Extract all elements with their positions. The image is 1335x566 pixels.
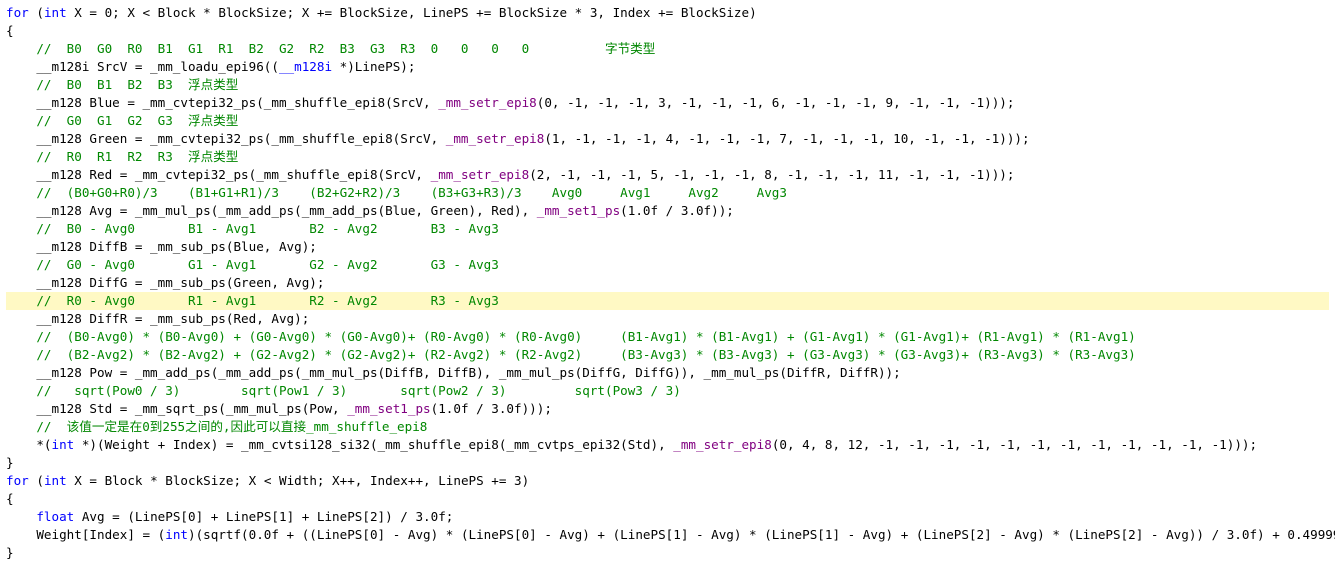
comment-sqrt: // sqrt(Pow0 / 3) sqrt(Pow1 / 3) sqrt(Po…: [6, 383, 681, 398]
comment-pow-1: // (B0-Avg0) * (B0-Avg0) + (G0-Avg0) * (…: [6, 329, 1136, 344]
line-float-avg: float Avg = (LinePS[0] + LinePS[1] + Lin…: [6, 509, 453, 524]
line-diffb: __m128 DiffB = _mm_sub_ps(Blue, Avg);: [6, 239, 317, 254]
for-loop-body: X = Block * BlockSize; X < Width; X++, I…: [67, 473, 530, 488]
comment-blue: // B0 B1 B2 B3 浮点类型: [6, 77, 238, 92]
for-loop-2: for (int X = Block * BlockSize; X < Widt…: [6, 473, 529, 488]
kw-int: int: [44, 5, 67, 20]
code-block: for (int X = 0; X < Block * BlockSize; X…: [0, 0, 1335, 566]
line-weight: *(int *)(Weight + Index) = _mm_cvtsi128_…: [6, 437, 1257, 452]
line-red: __m128 Red = _mm_cvtepi32_ps(_mm_shuffle…: [6, 167, 1014, 182]
line-avg: __m128 Avg = _mm_mul_ps(_mm_add_ps(_mm_a…: [6, 203, 734, 218]
line-diffr: __m128 DiffR = _mm_sub_ps(Red, Avg);: [6, 311, 309, 326]
comment-pow-2: // (B2-Avg2) * (B2-Avg2) + (G2-Avg2) * (…: [6, 347, 1136, 362]
comment-diffr: // R0 - Avg0 R1 - Avg1 R2 - Avg2 R3 - Av…: [6, 293, 499, 308]
line-blue: __m128 Blue = _mm_cvtepi32_ps(_mm_shuffl…: [6, 95, 1014, 110]
line-green: __m128 Green = _mm_cvtepi32_ps(_mm_shuff…: [6, 131, 1030, 146]
kw-int: int: [44, 473, 67, 488]
line-srcv: __m128i SrcV = _mm_loadu_epi96((__m128i …: [6, 59, 415, 74]
line-diffg: __m128 DiffG = _mm_sub_ps(Green, Avg);: [6, 275, 324, 290]
brace-open: {: [6, 23, 14, 38]
highlighted-line: // R0 - Avg0 R1 - Avg1 R2 - Avg2 R3 - Av…: [6, 292, 1329, 310]
comment-1: // B0 G0 R0 B1 G1 R1 B2 G2 R2 B3 G3 R3 0…: [6, 41, 655, 56]
comment-red: // R0 R1 R2 R3 浮点类型: [6, 149, 238, 164]
brace-open: {: [6, 491, 14, 506]
comment-diffg: // G0 - Avg0 G1 - Avg1 G2 - Avg2 G3 - Av…: [6, 257, 499, 272]
for-loop-body: X = 0; X < Block * BlockSize; X += Block…: [67, 5, 757, 20]
comment-diffb: // B0 - Avg0 B1 - Avg1 B2 - Avg2 B3 - Av…: [6, 221, 499, 236]
line-std: __m128 Std = _mm_sqrt_ps(_mm_mul_ps(Pow,…: [6, 401, 552, 416]
brace-close: }: [6, 545, 14, 560]
kw-for: for: [6, 473, 29, 488]
for-loop-1: for (int X = 0; X < Block * BlockSize; X…: [6, 5, 757, 20]
comment-avg: // (B0+G0+R0)/3 (B1+G1+R1)/3 (B2+G2+R2)/…: [6, 185, 787, 200]
line-pow: __m128 Pow = _mm_add_ps(_mm_add_ps(_mm_m…: [6, 365, 901, 380]
comment-range: // 该值一定是在0到255之间的,因此可以直接_mm_shuffle_epi8: [6, 419, 427, 434]
line-weight-index: Weight[Index] = (int)(sqrtf(0.0f + ((Lin…: [6, 527, 1335, 542]
brace-close: }: [6, 455, 14, 470]
kw-for: for: [6, 5, 29, 20]
comment-green: // G0 G1 G2 G3 浮点类型: [6, 113, 238, 128]
